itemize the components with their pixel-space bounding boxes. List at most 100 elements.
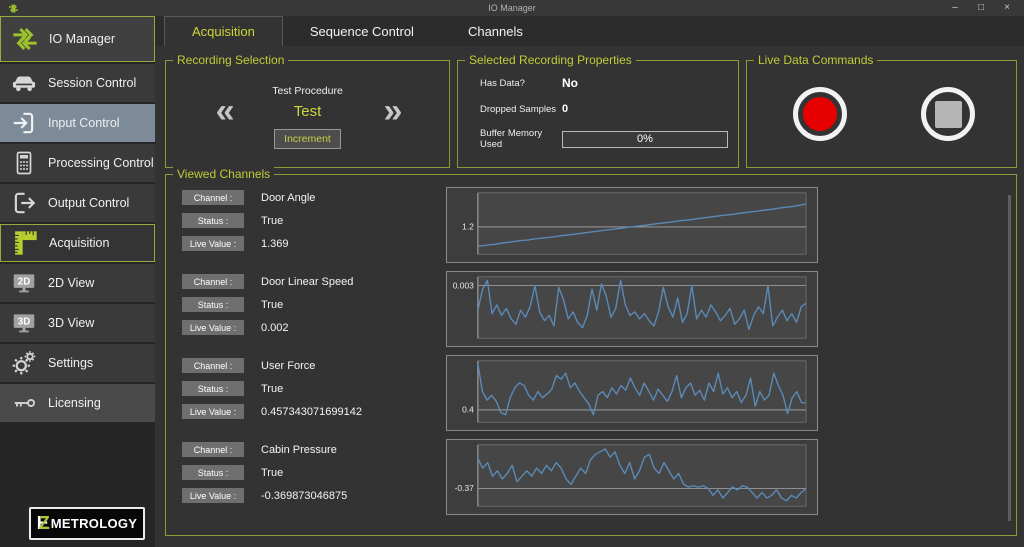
status-label-badge: Status :	[182, 297, 244, 312]
sidebar-item-label: IO Manager	[49, 32, 115, 46]
ez-metrology-logo: E Z METROLOGY	[29, 507, 145, 540]
tab-label: Channels	[468, 24, 523, 39]
monitor-3d-icon: 3D	[0, 310, 48, 336]
channel-row: Channel : Cabin Pressure Status : True L…	[174, 439, 1016, 515]
channel-chart-panel: 0.003	[446, 271, 818, 347]
live-value-label-badge: Live Value :	[182, 320, 244, 335]
tab-label: Sequence Control	[310, 24, 414, 39]
dropped-samples-label: Dropped Samples	[480, 104, 562, 115]
tab-channels[interactable]: Channels	[441, 16, 550, 46]
main-area: Acquisition Sequence Control Channels Re…	[155, 16, 1024, 547]
sidebar-item-output-control[interactable]: Output Control	[0, 184, 155, 222]
sidebar-item-label: 3D View	[48, 316, 94, 330]
test-procedure-label: Test Procedure	[272, 85, 343, 97]
gears-icon	[0, 350, 48, 376]
sidebar-item-acquisition[interactable]: Acquisition	[0, 224, 155, 262]
live-data-commands-group: Live Data Commands	[746, 60, 1017, 168]
sidebar-item-session-control[interactable]: Session Control	[0, 64, 155, 102]
live-value-label-badge: Live Value :	[182, 488, 244, 503]
channel-chart-panel: -0.37	[446, 439, 818, 515]
svg-text:0.4: 0.4	[462, 405, 474, 415]
channel-label-badge: Channel :	[182, 358, 244, 373]
channel-info: Channel : Door Linear Speed Status : Tru…	[174, 271, 446, 347]
svg-text:3D: 3D	[18, 317, 30, 328]
ruler-icon	[1, 229, 49, 257]
live-value-label-badge: Live Value :	[182, 236, 244, 251]
group-title: Live Data Commands	[754, 53, 877, 67]
tab-label: Acquisition	[192, 24, 255, 39]
key-icon	[0, 390, 48, 416]
channel-name: Cabin Pressure	[261, 444, 337, 456]
sidebar: IO Manager Session Control Input Con	[0, 16, 155, 547]
close-button[interactable]: ×	[994, 0, 1020, 16]
sidebar-item-label: 2D View	[48, 276, 94, 290]
channel-row: Channel : Door Linear Speed Status : Tru…	[174, 271, 1016, 347]
minimize-button[interactable]: –	[942, 0, 968, 16]
sidebar-item-label: Output Control	[48, 196, 129, 210]
channel-status: True	[261, 383, 283, 395]
sidebar-item-io-manager[interactable]: IO Manager	[0, 16, 155, 62]
previous-recording-button[interactable]: «	[216, 101, 232, 122]
line-chart: 1.2	[447, 188, 817, 262]
svg-text:1.2: 1.2	[462, 222, 474, 232]
live-value-label-badge: Live Value :	[182, 404, 244, 419]
record-icon	[803, 97, 837, 131]
channel-row: Channel : Door Angle Status : True Live …	[174, 187, 1016, 263]
viewed-channels-group: Viewed Channels Channel : Door Angle Sta…	[165, 174, 1017, 536]
sidebar-item-settings[interactable]: Settings	[0, 344, 155, 382]
sidebar-item-label: Session Control	[48, 76, 136, 90]
channel-chart-panel: 1.2	[446, 187, 818, 263]
input-arrow-icon	[0, 110, 48, 136]
tab-acquisition[interactable]: Acquisition	[164, 16, 283, 46]
channel-name: Door Angle	[261, 192, 315, 204]
recording-selection-group: Recording Selection Test Procedure « Tes…	[165, 60, 450, 168]
maximize-button[interactable]: □	[968, 0, 994, 16]
recording-properties-group: Selected Recording Properties Has Data? …	[457, 60, 739, 168]
calculator-icon	[0, 150, 48, 176]
selected-recording-value: Test	[286, 103, 330, 120]
line-chart: 0.4	[447, 356, 817, 430]
line-chart: 0.003	[447, 272, 817, 346]
stop-icon	[935, 101, 962, 128]
channel-label-badge: Channel :	[182, 190, 244, 205]
sidebar-item-processing-control[interactable]: Processing Control	[0, 144, 155, 182]
sidebar-item-input-control[interactable]: Input Control	[0, 104, 155, 142]
channel-live-value: 0.457343071699142	[261, 406, 362, 418]
channel-status: True	[261, 215, 283, 227]
window-title: IO Manager	[0, 3, 1024, 13]
increment-button[interactable]: Increment	[274, 129, 341, 149]
logo-text: METROLOGY	[51, 516, 137, 531]
sidebar-item-3d-view[interactable]: 3D 3D View	[0, 304, 155, 342]
status-label-badge: Status :	[182, 465, 244, 480]
stop-button[interactable]	[921, 87, 975, 141]
dropped-samples-value: 0	[562, 103, 728, 115]
svg-text:-0.37: -0.37	[455, 483, 475, 493]
sidebar-item-2d-view[interactable]: 2D 2D View	[0, 264, 155, 302]
car-icon	[0, 70, 48, 96]
has-data-value: No	[562, 76, 728, 90]
sidebar-item-label: Processing Control	[48, 156, 154, 170]
tab-content: Recording Selection Test Procedure « Tes…	[155, 46, 1024, 547]
output-arrow-icon	[0, 190, 48, 216]
status-label-badge: Status :	[182, 381, 244, 396]
channel-live-value: 1.369	[261, 238, 289, 250]
charts-scrollbar[interactable]	[1008, 195, 1011, 521]
record-button[interactable]	[793, 87, 847, 141]
svg-text:0.003: 0.003	[453, 280, 474, 290]
channel-name: Door Linear Speed	[261, 276, 353, 288]
logo-letter-z: Z	[39, 513, 50, 534]
tab-sequence-control[interactable]: Sequence Control	[283, 16, 441, 46]
sidebar-item-label: Licensing	[48, 396, 101, 410]
sidebar-item-label: Input Control	[48, 116, 120, 130]
buffer-percent-text: 0%	[637, 133, 653, 145]
sidebar-item-licensing[interactable]: Licensing	[0, 384, 155, 422]
window-controls: – □ ×	[942, 0, 1024, 16]
io-manager-arrows-icon	[1, 25, 49, 53]
titlebar: IO Manager – □ ×	[0, 0, 1024, 16]
next-recording-button[interactable]: »	[384, 101, 400, 122]
monitor-2d-icon: 2D	[0, 270, 48, 296]
svg-text:2D: 2D	[18, 277, 30, 288]
app-icon	[8, 3, 19, 14]
group-title: Selected Recording Properties	[465, 53, 636, 67]
sidebar-item-label: Acquisition	[49, 236, 109, 250]
